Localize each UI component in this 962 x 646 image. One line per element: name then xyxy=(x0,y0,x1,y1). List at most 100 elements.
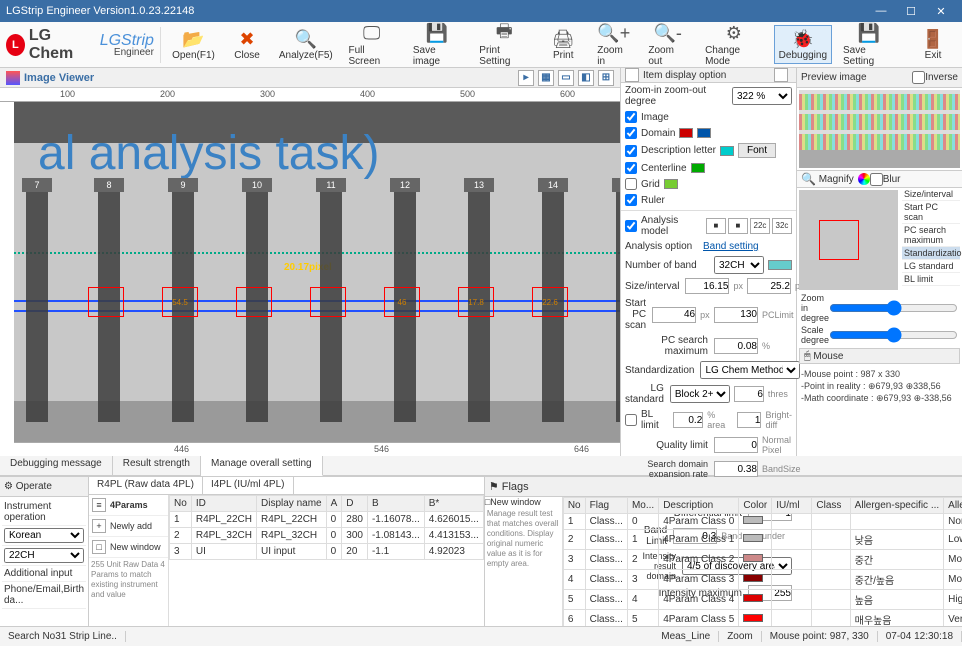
desc-swatch[interactable] xyxy=(720,146,734,156)
print-button[interactable]: 🖨Print xyxy=(540,25,586,64)
operate-row[interactable]: Additional input xyxy=(2,566,86,582)
color-wheel-icon[interactable] xyxy=(858,173,870,185)
bl-checkbox[interactable] xyxy=(625,414,637,426)
centerline-checkbox[interactable] xyxy=(625,162,637,174)
table-header[interactable]: Description xyxy=(659,498,739,514)
table-row[interactable]: 1R4PL_22CHR4PL_22CH0280-1.16078...4.6260… xyxy=(170,512,484,528)
magnify-property[interactable]: Size/interval xyxy=(902,188,960,201)
zoom-degree-select[interactable]: 322 % xyxy=(732,87,792,105)
num-band-swatch[interactable] xyxy=(768,260,792,270)
bottom-tab[interactable]: Result strength xyxy=(113,456,201,475)
grid-checkbox[interactable] xyxy=(625,178,637,190)
operate-select[interactable]: 22CH xyxy=(4,548,84,563)
desc-checkbox[interactable] xyxy=(625,145,637,157)
table-header[interactable]: No xyxy=(563,498,585,514)
viewer-tool-5[interactable]: ⊞ xyxy=(598,70,614,86)
grid-swatch[interactable] xyxy=(664,179,678,189)
viewer-tool-1[interactable]: ▸ xyxy=(518,70,534,86)
size-input-2[interactable] xyxy=(747,278,791,294)
size-input-1[interactable] xyxy=(685,278,729,294)
minimize-button[interactable]: — xyxy=(866,5,896,17)
domain-checkbox[interactable] xyxy=(625,127,637,139)
table-header[interactable]: IU/ml xyxy=(772,498,812,514)
params-side-item[interactable]: +Newly add xyxy=(89,516,168,537)
analysis-model-checkbox[interactable] xyxy=(625,220,637,232)
num-band-select[interactable]: 32CH xyxy=(714,256,764,274)
table-row[interactable]: 3UIUI input020-1.14.92023 xyxy=(170,544,484,560)
bl-input-2[interactable] xyxy=(737,412,761,428)
table-row[interactable]: 2R4PL_32CHR4PL_32CH0300-1.08143...4.4131… xyxy=(170,528,484,544)
scale-slider[interactable] xyxy=(829,330,958,340)
operate-row[interactable]: Instrument operation xyxy=(2,499,86,526)
table-row[interactable]: 6Class...54Param Class 5매우높음Very High xyxy=(563,610,962,627)
model-button[interactable]: ■ xyxy=(706,218,726,234)
font-button[interactable]: Font xyxy=(738,143,776,158)
ruler-checkbox[interactable] xyxy=(625,194,637,206)
viewer-tool-3[interactable]: ▭ xyxy=(558,70,574,86)
model-button[interactable]: 32c xyxy=(772,218,792,234)
viewer-tool-2[interactable]: ▦ xyxy=(538,70,554,86)
operate-select[interactable]: Korean xyxy=(4,528,84,543)
magnify-image[interactable] xyxy=(799,190,898,290)
table-header[interactable]: Color xyxy=(739,498,772,514)
magnify-property[interactable]: Start PC scan xyxy=(902,201,960,224)
operate-row[interactable]: Phone/Email,Birth da... xyxy=(2,582,86,609)
options-detach-icon[interactable] xyxy=(774,68,788,82)
viewer-canvas-area[interactable]: 100200300400500600 al analysis task) 20.… xyxy=(0,88,620,456)
operate-row[interactable]: 22CH xyxy=(2,546,86,566)
model-button[interactable]: 22c xyxy=(750,218,770,234)
inverse-checkbox[interactable] xyxy=(912,71,925,84)
centerline-swatch[interactable] xyxy=(691,163,705,173)
table-row[interactable]: 4Class...34Param Class 3중간/높음Moderate/Hi… xyxy=(563,570,962,590)
maximize-button[interactable]: ☐ xyxy=(896,5,926,18)
params-tab[interactable]: I4PL (IU/ml 4PL) xyxy=(203,477,294,494)
table-header[interactable]: Class xyxy=(812,498,850,514)
viewer-tool-4[interactable]: ◧ xyxy=(578,70,594,86)
saveimg-button[interactable]: 💾Save image xyxy=(406,20,468,70)
start-pc-input[interactable] xyxy=(652,307,696,323)
bl-input-1[interactable] xyxy=(673,412,703,428)
debug-button[interactable]: 🐞Debugging xyxy=(774,25,832,64)
domain-swatch-1[interactable] xyxy=(679,128,693,138)
savesetting-button[interactable]: 💾Save Setting xyxy=(836,20,902,70)
table-header[interactable]: Display name xyxy=(257,496,327,512)
table-header[interactable]: B xyxy=(367,496,424,512)
model-button[interactable]: ■ xyxy=(728,218,748,234)
table-row[interactable]: 2Class...14Param Class 1낮음Low xyxy=(563,530,962,550)
preview-image[interactable] xyxy=(799,90,960,168)
table-header[interactable]: B* xyxy=(424,496,483,512)
flags-side-item[interactable]: □New window xyxy=(485,497,562,507)
table-row[interactable]: 3Class...24Param Class 2중간Moderate xyxy=(563,550,962,570)
table-header[interactable]: Allergen-specific ... xyxy=(850,498,943,514)
table-row[interactable]: 1Class...04Param Class 0None/Hardly Fo..… xyxy=(563,514,962,530)
open-button[interactable]: 📂Open(F1) xyxy=(167,25,220,64)
table-header[interactable]: Mo... xyxy=(627,498,658,514)
analyze-button[interactable]: 🔍Analyze(F5) xyxy=(274,25,337,64)
magnify-property[interactable]: LG standard xyxy=(902,260,960,273)
params-side-item[interactable]: □New window xyxy=(89,537,168,558)
exit-button[interactable]: 🚪Exit xyxy=(910,25,956,64)
params-tab[interactable]: R4PL (Raw data 4PL) xyxy=(89,477,203,494)
image-checkbox[interactable] xyxy=(625,111,637,123)
table-header[interactable]: ID xyxy=(191,496,256,512)
magnify-property[interactable]: PC search maximum xyxy=(902,224,960,247)
printset-button[interactable]: 🖶Print Setting xyxy=(472,20,536,70)
std-select[interactable]: LG Chem Method xyxy=(700,361,800,379)
table-header[interactable]: D xyxy=(342,496,368,512)
pc-search-input[interactable] xyxy=(714,338,758,354)
table-header[interactable]: A xyxy=(326,496,342,512)
domain-swatch-2[interactable] xyxy=(697,128,711,138)
bottom-tab[interactable]: Debugging message xyxy=(0,456,113,475)
pclimit-input[interactable] xyxy=(714,307,758,323)
table-header[interactable]: Allergen-specific ... xyxy=(944,498,962,514)
close-window-button[interactable]: ✕ xyxy=(926,5,956,18)
table-row[interactable]: 5Class...44Param Class 4높음High xyxy=(563,590,962,610)
zoom-slider[interactable] xyxy=(829,303,958,313)
blur-checkbox[interactable] xyxy=(870,173,883,186)
table-header[interactable]: No xyxy=(170,496,192,512)
fullscreen-button[interactable]: 🖵Full Screen xyxy=(342,20,402,70)
chmode-button[interactable]: ⚙Change Mode xyxy=(698,20,770,70)
lg-std-thres[interactable] xyxy=(734,386,764,402)
operate-row[interactable]: Korean xyxy=(2,526,86,546)
zoomin-button[interactable]: 🔍+Zoom in xyxy=(590,20,637,70)
